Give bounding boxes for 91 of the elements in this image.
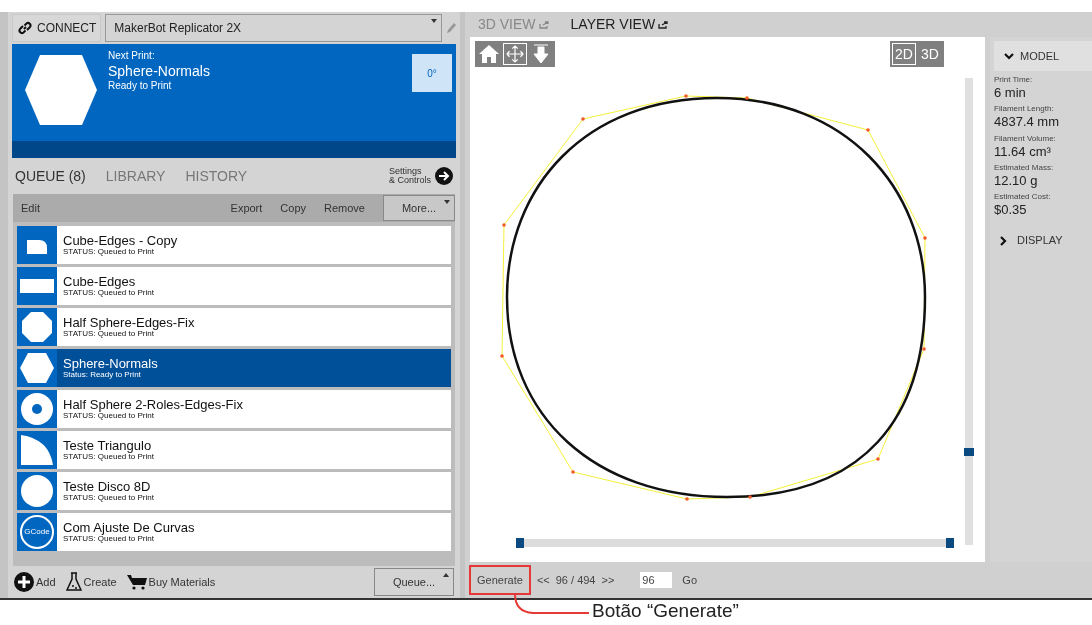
home-icon[interactable]: [477, 43, 501, 65]
stat-value: 11.64 cm³: [994, 143, 1052, 160]
item-name: Half Sphere 2-Roles-Edges-Fix: [63, 398, 243, 411]
bottom-action[interactable]: Add: [14, 572, 56, 592]
queue-item[interactable]: Half Sphere 2-Roles-Edges-Fix STATUS: Queued to Print: [17, 390, 451, 428]
stat-value: 12.10 g: [994, 172, 1039, 189]
stat-label: Filament Volume:: [994, 133, 1057, 144]
range-end-thumb[interactable]: [946, 538, 954, 548]
item-name: Teste Triangulo: [63, 439, 153, 452]
item-status: STATUS: Queued to Print: [63, 453, 154, 461]
range-start-thumb[interactable]: [516, 538, 524, 548]
gcode-thumbnail: GCode: [17, 513, 57, 551]
chevron-down-icon: [1004, 52, 1014, 60]
item-status: STATUS: Queued to Print: [63, 248, 154, 256]
item-status: STATUS: Queued to Print: [63, 494, 154, 502]
toolbar-action[interactable]: Remove: [324, 199, 365, 217]
item-name: Teste Disco 8D: [63, 480, 152, 493]
rotation-readout: 0°: [412, 54, 452, 92]
next-layer-button[interactable]: >>: [601, 571, 615, 589]
caret-icon: [444, 200, 450, 204]
queue-item[interactable]: Cube-Edges - Copy STATUS: Queued to Print: [17, 226, 451, 264]
display-section-header[interactable]: DISPLAY: [1000, 232, 1092, 249]
stat-label: Estimated Cost:: [994, 192, 1052, 202]
view-mode-toggle[interactable]: 3D: [917, 43, 942, 65]
item-name: Com Ajuste De Curvas: [63, 521, 195, 534]
quarter-thumbnail-icon: [17, 431, 57, 469]
connect-button[interactable]: CONNECT: [12, 14, 102, 42]
bottom-action[interactable]: Buy Materials: [126, 573, 216, 591]
view-mode-toggle[interactable]: 2D: [892, 43, 916, 65]
item-name: Half Sphere-Edges-Fix: [63, 316, 195, 329]
item-name: Cube-Edges - Copy: [63, 234, 178, 247]
queue-item[interactable]: Sphere-Normals Status: Ready to Print: [17, 349, 451, 387]
toolbar-action[interactable]: Export: [230, 199, 263, 217]
item-status: STATUS: Queued to Print: [63, 535, 155, 543]
flask-icon: [65, 572, 82, 592]
circle-thumbnail-icon: [17, 472, 57, 510]
queue-item[interactable]: GCode Com Ajuste De Curvas STATUS: Queued to Print: [17, 513, 451, 551]
layer-slider-track[interactable]: [965, 78, 973, 545]
queue-item[interactable]: Half Sphere-Edges-Fix STATUS: Queued to Print: [17, 308, 451, 346]
caret-up-icon: [443, 573, 449, 577]
model-section-header[interactable]: MODEL: [994, 41, 1092, 71]
layer-position: 96 / 494: [555, 572, 596, 588]
layer-input[interactable]: 96: [640, 572, 673, 588]
move-icon[interactable]: [503, 43, 527, 65]
queue-item[interactable]: Teste Disco 8D STATUS: Queued to Print: [17, 472, 451, 510]
stat-label: Estimated Mass:: [994, 162, 1055, 173]
item-status: STATUS: Queued to Print: [63, 289, 154, 297]
next-print-label: Next Print:: [108, 50, 156, 63]
item-name: Sphere-Normals: [63, 357, 158, 370]
range-slider-track[interactable]: [516, 539, 954, 547]
generate-button[interactable]: Generate: [469, 565, 531, 595]
hexagon-thumbnail-icon: [17, 349, 57, 387]
previous-layer-button[interactable]: <<: [536, 571, 550, 589]
cart-icon: [126, 574, 147, 590]
popout-icon: [538, 20, 549, 29]
next-print-status: Ready to Print: [108, 80, 173, 93]
annotation-label: Botão “Generate”: [592, 601, 739, 620]
bottom-action[interactable]: Create: [65, 572, 117, 592]
octagon-thumbnail-icon: [17, 308, 57, 346]
more-dropdown[interactable]: More...: [383, 195, 455, 221]
caret-icon: [431, 19, 437, 23]
rounded-rect-thumbnail-icon: [17, 226, 57, 264]
rect-thumbnail-icon: [17, 267, 57, 305]
arrow-right-circle-icon[interactable]: [435, 167, 453, 185]
queue-menu-button[interactable]: Queue...: [374, 568, 454, 596]
panel-tab[interactable]: QUEUE (8): [15, 165, 86, 187]
item-name: Cube-Edges: [63, 275, 137, 288]
stat-value: 6 min: [994, 85, 1027, 102]
plus-circle-icon: [14, 572, 34, 592]
settings-controls-link[interactable]: Settings & Controls: [388, 167, 431, 185]
stat-value: 4837.4 mm: [994, 114, 1061, 131]
item-status: STATUS: Queued to Print: [63, 412, 154, 420]
link-icon: [17, 20, 33, 36]
stat-label: Filament Length:: [994, 104, 1055, 115]
printer-select[interactable]: MakerBot Replicator 2X: [105, 14, 442, 42]
chevron-right-icon: [1000, 235, 1007, 246]
view-tab[interactable]: LAYER VIEW: [570, 14, 669, 35]
queue-item[interactable]: Cube-Edges STATUS: Queued to Print: [17, 267, 451, 305]
toolbar-action[interactable]: Copy: [280, 199, 307, 217]
hexagon-thumbnail-icon: [24, 54, 98, 126]
go-button[interactable]: Go: [682, 571, 698, 589]
layer-slider-thumb[interactable]: [964, 447, 974, 456]
stat-value: $0.35: [994, 202, 1028, 219]
next-print-name: Sphere-Normals: [108, 62, 211, 80]
queue-item[interactable]: Teste Triangulo STATUS: Queued to Print: [17, 431, 451, 469]
item-status: STATUS: Queued to Print: [63, 330, 154, 338]
ring-thumbnail-icon: [17, 390, 57, 428]
popout-icon: [658, 20, 669, 29]
item-status: Status: Ready to Print: [63, 371, 141, 379]
stat-label: Print Time:: [994, 75, 1034, 85]
edit-button[interactable]: Edit: [21, 199, 40, 217]
